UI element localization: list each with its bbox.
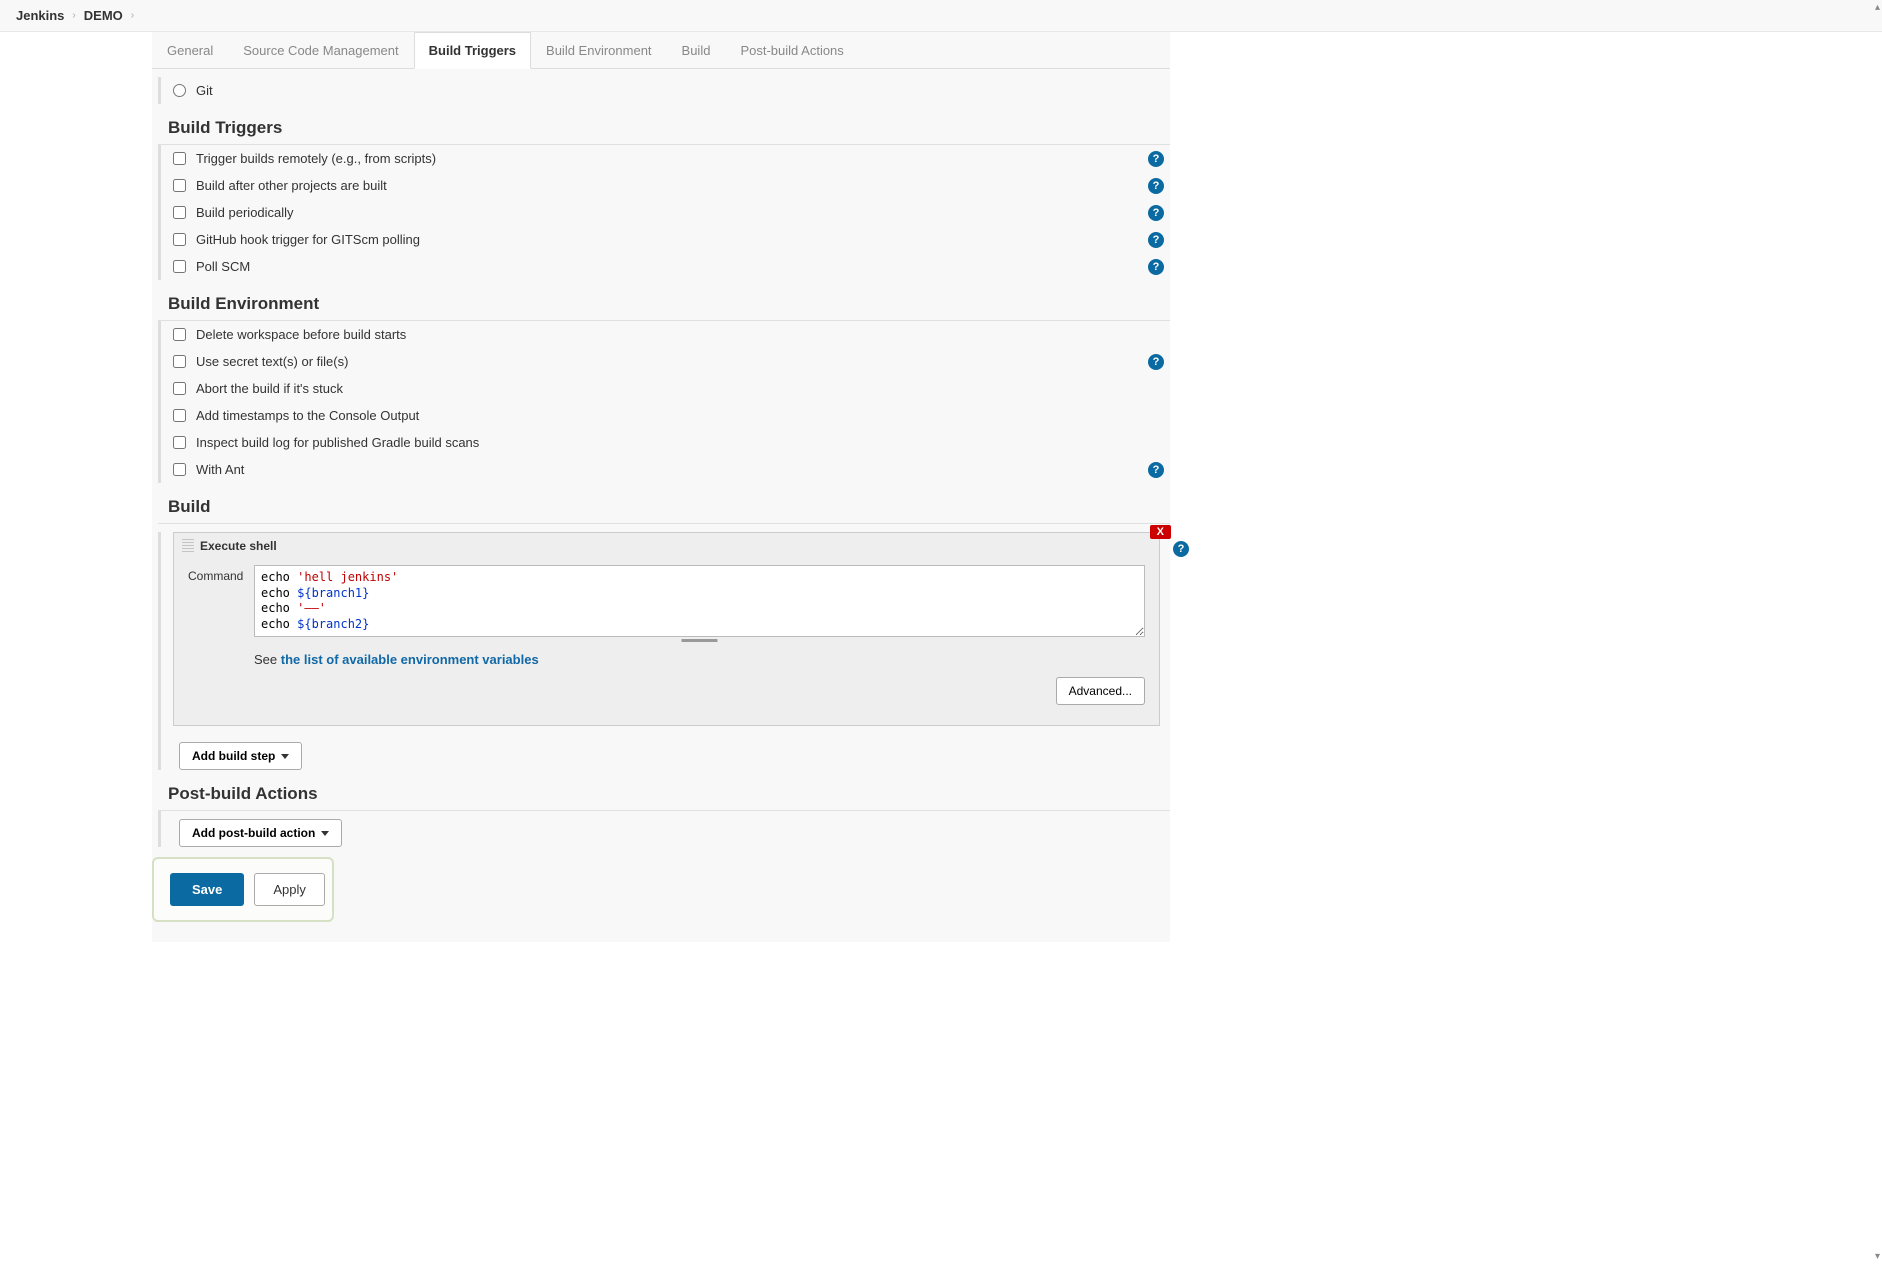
tab-build[interactable]: Build — [667, 32, 726, 68]
add-post-build-action-button[interactable]: Add post-build action — [179, 819, 342, 847]
build-step-execute-shell: X ? Execute shell Command echo 'hell jen… — [173, 532, 1160, 726]
advanced-button[interactable]: Advanced... — [1056, 677, 1145, 705]
help-icon[interactable]: ? — [1148, 232, 1164, 248]
tab-source-code-management[interactable]: Source Code Management — [228, 32, 413, 68]
scroll-down-icon[interactable]: ▾ — [1875, 1251, 1880, 1262]
add-build-step-label: Add build step — [192, 749, 275, 763]
scroll-up-icon[interactable]: ▴ — [1875, 2, 1880, 13]
scm-git-radio[interactable] — [173, 84, 186, 97]
trigger-option[interactable]: Trigger builds remotely (e.g., from scri… — [163, 145, 1170, 172]
section-title-build-env: Build Environment — [158, 280, 1170, 321]
help-icon[interactable]: ? — [1173, 541, 1189, 557]
trigger-label: Trigger builds remotely (e.g., from scri… — [196, 151, 436, 166]
trigger-checkbox[interactable] — [173, 206, 186, 219]
caret-down-icon — [321, 831, 329, 836]
env-checkbox[interactable] — [173, 355, 186, 368]
breadcrumb: Jenkins › DEMO › — [0, 0, 1882, 32]
tab-build-environment[interactable]: Build Environment — [531, 32, 667, 68]
env-vars-prefix: See — [254, 652, 281, 667]
trigger-option[interactable]: Poll SCM? — [163, 253, 1170, 280]
env-checkbox[interactable] — [173, 463, 186, 476]
help-icon[interactable]: ? — [1148, 205, 1164, 221]
env-option[interactable]: Add timestamps to the Console Output — [163, 402, 1170, 429]
env-checkbox[interactable] — [173, 409, 186, 422]
build-step-title: Execute shell — [200, 539, 277, 553]
env-checkbox[interactable] — [173, 436, 186, 449]
trigger-label: Build after other projects are built — [196, 178, 387, 193]
trigger-label: Poll SCM — [196, 259, 250, 274]
env-checkbox[interactable] — [173, 328, 186, 341]
trigger-checkbox[interactable] — [173, 152, 186, 165]
help-icon[interactable]: ? — [1148, 178, 1164, 194]
env-option[interactable]: With Ant? — [163, 456, 1170, 483]
section-title-build-triggers: Build Triggers — [158, 104, 1170, 145]
tab-build-triggers[interactable]: Build Triggers — [414, 32, 531, 69]
help-icon[interactable]: ? — [1148, 151, 1164, 167]
scm-git-option[interactable]: Git — [163, 77, 1170, 104]
env-label: Add timestamps to the Console Output — [196, 408, 419, 423]
config-tabs: GeneralSource Code ManagementBuild Trigg… — [152, 32, 1170, 69]
env-label: Delete workspace before build starts — [196, 327, 406, 342]
help-icon[interactable]: ? — [1148, 462, 1164, 478]
save-button[interactable]: Save — [170, 873, 244, 906]
caret-down-icon — [281, 754, 289, 759]
env-label: Abort the build if it's stuck — [196, 381, 343, 396]
bottom-action-bar: Save Apply — [152, 857, 334, 922]
trigger-checkbox[interactable] — [173, 233, 186, 246]
env-label: With Ant — [196, 462, 244, 477]
env-option[interactable]: Abort the build if it's stuck — [163, 375, 1170, 402]
env-option[interactable]: Use secret text(s) or file(s)? — [163, 348, 1170, 375]
env-vars-link[interactable]: the list of available environment variab… — [281, 652, 539, 667]
chevron-right-icon: › — [131, 10, 134, 21]
tab-general[interactable]: General — [152, 32, 228, 68]
trigger-option[interactable]: GitHub hook trigger for GITScm polling? — [163, 226, 1170, 253]
trigger-label: GitHub hook trigger for GITScm polling — [196, 232, 420, 247]
tab-post-build-actions[interactable]: Post-build Actions — [725, 32, 858, 68]
trigger-checkbox[interactable] — [173, 260, 186, 273]
section-title-build: Build — [158, 483, 1170, 524]
env-label: Use secret text(s) or file(s) — [196, 354, 348, 369]
add-build-step-button[interactable]: Add build step — [179, 742, 302, 770]
env-label: Inspect build log for published Gradle b… — [196, 435, 479, 450]
breadcrumb-project[interactable]: DEMO — [84, 8, 123, 23]
drag-handle-icon[interactable] — [182, 539, 194, 553]
help-icon[interactable]: ? — [1148, 259, 1164, 275]
trigger-option[interactable]: Build after other projects are built? — [163, 172, 1170, 199]
trigger-checkbox[interactable] — [173, 179, 186, 192]
scm-git-label: Git — [196, 83, 213, 98]
trigger-label: Build periodically — [196, 205, 294, 220]
env-option[interactable]: Inspect build log for published Gradle b… — [163, 429, 1170, 456]
command-textarea[interactable]: echo 'hell jenkins'echo ${branch1}echo '… — [254, 565, 1145, 637]
chevron-right-icon: › — [72, 10, 75, 21]
breadcrumb-root[interactable]: Jenkins — [16, 8, 64, 23]
help-icon[interactable]: ? — [1148, 354, 1164, 370]
section-title-post-build: Post-build Actions — [158, 770, 1170, 811]
add-post-build-action-label: Add post-build action — [192, 826, 315, 840]
trigger-option[interactable]: Build periodically? — [163, 199, 1170, 226]
command-label: Command — [188, 565, 244, 711]
apply-button[interactable]: Apply — [254, 873, 325, 906]
env-checkbox[interactable] — [173, 382, 186, 395]
env-option[interactable]: Delete workspace before build starts — [163, 321, 1170, 348]
